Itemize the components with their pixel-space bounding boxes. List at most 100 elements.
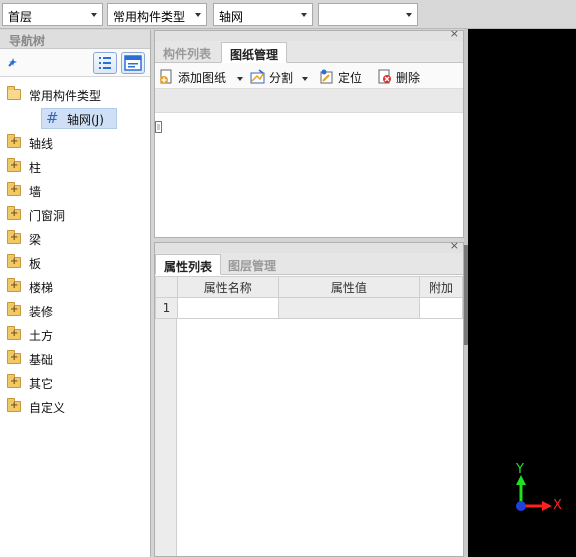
close-icon[interactable]: × [450, 28, 459, 40]
split-button[interactable]: 分割 [250, 68, 308, 86]
column-header-value: 属性值 [277, 276, 421, 298]
chevron-down-icon [195, 13, 201, 17]
tree-item-axis-grid[interactable]: # 轴网(J) [41, 108, 117, 129]
tree-item[interactable]: + 柱 [4, 156, 144, 177]
folder-plus-icon: + [7, 374, 21, 388]
floor-select[interactable]: 首层 [2, 3, 103, 26]
navigation-tree-panel: 导航树 常用构件类型 # 轴网(J) + 轴线 + 柱 + 墙 + 门窗洞 + 梁 + 板 + 楼梯 + 装修… [0, 30, 151, 557]
folder-plus-icon: + [7, 254, 21, 268]
tree-root-common-types[interactable]: 常用构件类型 [4, 84, 144, 105]
drawing-management-panel: × 构件列表 图纸管理 添加图纸 分割 定位 删除 [154, 28, 464, 238]
folder-plus-icon: + [7, 158, 21, 172]
component-type-value: 常用构件类型 [113, 10, 186, 24]
add-drawing-icon [160, 69, 172, 84]
tree-item[interactable]: + 其它 [4, 372, 144, 393]
property-name-cell[interactable] [176, 297, 279, 319]
chevron-down-icon [301, 13, 307, 17]
tree-item[interactable]: + 装修 [4, 300, 144, 321]
tree-item[interactable]: + 墙 [4, 180, 144, 201]
chevron-down-icon [406, 13, 412, 17]
folder-plus-icon: + [7, 398, 21, 412]
tree-item-label: 其它 [29, 377, 54, 391]
add-drawing-label: 添加图纸 [178, 71, 227, 85]
tree-item[interactable]: + 基础 [4, 348, 144, 369]
tab-component-list[interactable]: 构件列表 [155, 42, 219, 63]
tree-item[interactable]: + 楼梯 [4, 276, 144, 297]
property-table-header: 属性名称 属性值 附加 [155, 276, 463, 298]
close-icon[interactable]: × [450, 240, 459, 252]
tab-property-list[interactable]: 属性列表 [155, 254, 222, 275]
chevron-down-icon [91, 13, 97, 17]
tree-item[interactable]: + 梁 [4, 228, 144, 249]
column-header-extra: 附加 [419, 276, 463, 298]
tree-item[interactable]: + 门窗洞 [4, 204, 144, 225]
delete-icon [378, 69, 391, 84]
tree-item-label: 装修 [29, 305, 54, 319]
pin-icon[interactable] [6, 55, 20, 72]
tree-item-label: 柱 [29, 161, 42, 175]
folder-plus-icon: + [7, 326, 21, 340]
drawing-toolbar: 添加图纸 分割 定位 删除 [155, 63, 463, 89]
locate-label: 定位 [338, 71, 363, 85]
property-panel-tabs: 属性列表 图层管理 [155, 253, 463, 275]
floor-select-value: 首层 [8, 10, 33, 24]
drawing-list-header [155, 89, 463, 113]
row-index: 1 [155, 297, 178, 319]
folder-plus-icon: + [7, 278, 21, 292]
locate-icon [320, 69, 333, 84]
tree-item-axis-grid-label: 轴网(J) [67, 113, 104, 127]
folder-plus-icon: + [7, 182, 21, 196]
folder-plus-icon: + [7, 206, 21, 220]
folder-plus-icon: + [7, 302, 21, 316]
tab-drawing-management[interactable]: 图纸管理 [221, 42, 288, 63]
tree-item[interactable]: + 自定义 [4, 396, 144, 417]
chevron-down-icon [237, 77, 243, 81]
extra-select[interactable] [318, 3, 418, 26]
column-header-name: 属性名称 [176, 276, 279, 298]
delete-label: 删除 [396, 71, 421, 85]
drawing-panel-tabs: 构件列表 图纸管理 [155, 41, 463, 63]
axis-indicator [516, 475, 552, 511]
tree-item-label: 基础 [29, 353, 54, 367]
table-row[interactable]: 1 [155, 297, 463, 319]
drawing-viewport[interactable]: Y X [468, 29, 576, 557]
property-table: 属性名称 属性值 附加 1 [155, 276, 463, 319]
tree-item-label: 墙 [29, 185, 42, 199]
document-icon [155, 121, 162, 136]
tree-item[interactable]: + 板 [4, 252, 144, 273]
grid-icon: # [46, 109, 59, 127]
folder-open-icon [7, 86, 21, 100]
tab-layer-management[interactable]: 图层管理 [220, 254, 284, 275]
nav-title: 导航树 [0, 30, 150, 49]
locate-button[interactable]: 定位 [319, 68, 365, 86]
list-view-button[interactable] [93, 52, 117, 74]
list-icon [99, 57, 111, 69]
folder-plus-icon: + [7, 134, 21, 148]
add-drawing-button[interactable]: 添加图纸 [159, 68, 243, 86]
nav-toolbar [0, 49, 150, 77]
delete-button[interactable]: 删除 [377, 68, 423, 86]
component-type-select[interactable]: 常用构件类型 [107, 3, 207, 26]
component-select[interactable]: 轴网 [213, 3, 313, 26]
panel-view-button[interactable] [121, 52, 145, 74]
component-value: 轴网 [219, 10, 244, 24]
tree-item-label: 板 [29, 257, 42, 271]
tree-item-label: 楼梯 [29, 281, 54, 295]
property-value-cell[interactable] [277, 297, 421, 319]
tree-item[interactable]: + 轴线 [4, 132, 144, 153]
property-list-panel: × 属性列表 图层管理 属性名称 属性值 附加 1 [154, 240, 464, 557]
split-label: 分割 [269, 71, 294, 85]
tree-root-label: 常用构件类型 [29, 89, 102, 103]
chevron-down-icon [302, 77, 308, 81]
tree-item-label: 梁 [29, 233, 42, 247]
window-icon [124, 55, 142, 71]
property-extra-cell[interactable] [419, 297, 463, 319]
folder-plus-icon: + [7, 350, 21, 364]
tree-item-label: 土方 [29, 329, 54, 343]
tree-item[interactable]: + 土方 [4, 324, 144, 345]
row-index-gutter [155, 319, 177, 556]
top-toolbar: 首层 常用构件类型 轴网 [0, 0, 576, 29]
row-index-header [155, 276, 178, 298]
tree-item-label: 自定义 [29, 401, 66, 415]
split-icon [250, 69, 265, 84]
